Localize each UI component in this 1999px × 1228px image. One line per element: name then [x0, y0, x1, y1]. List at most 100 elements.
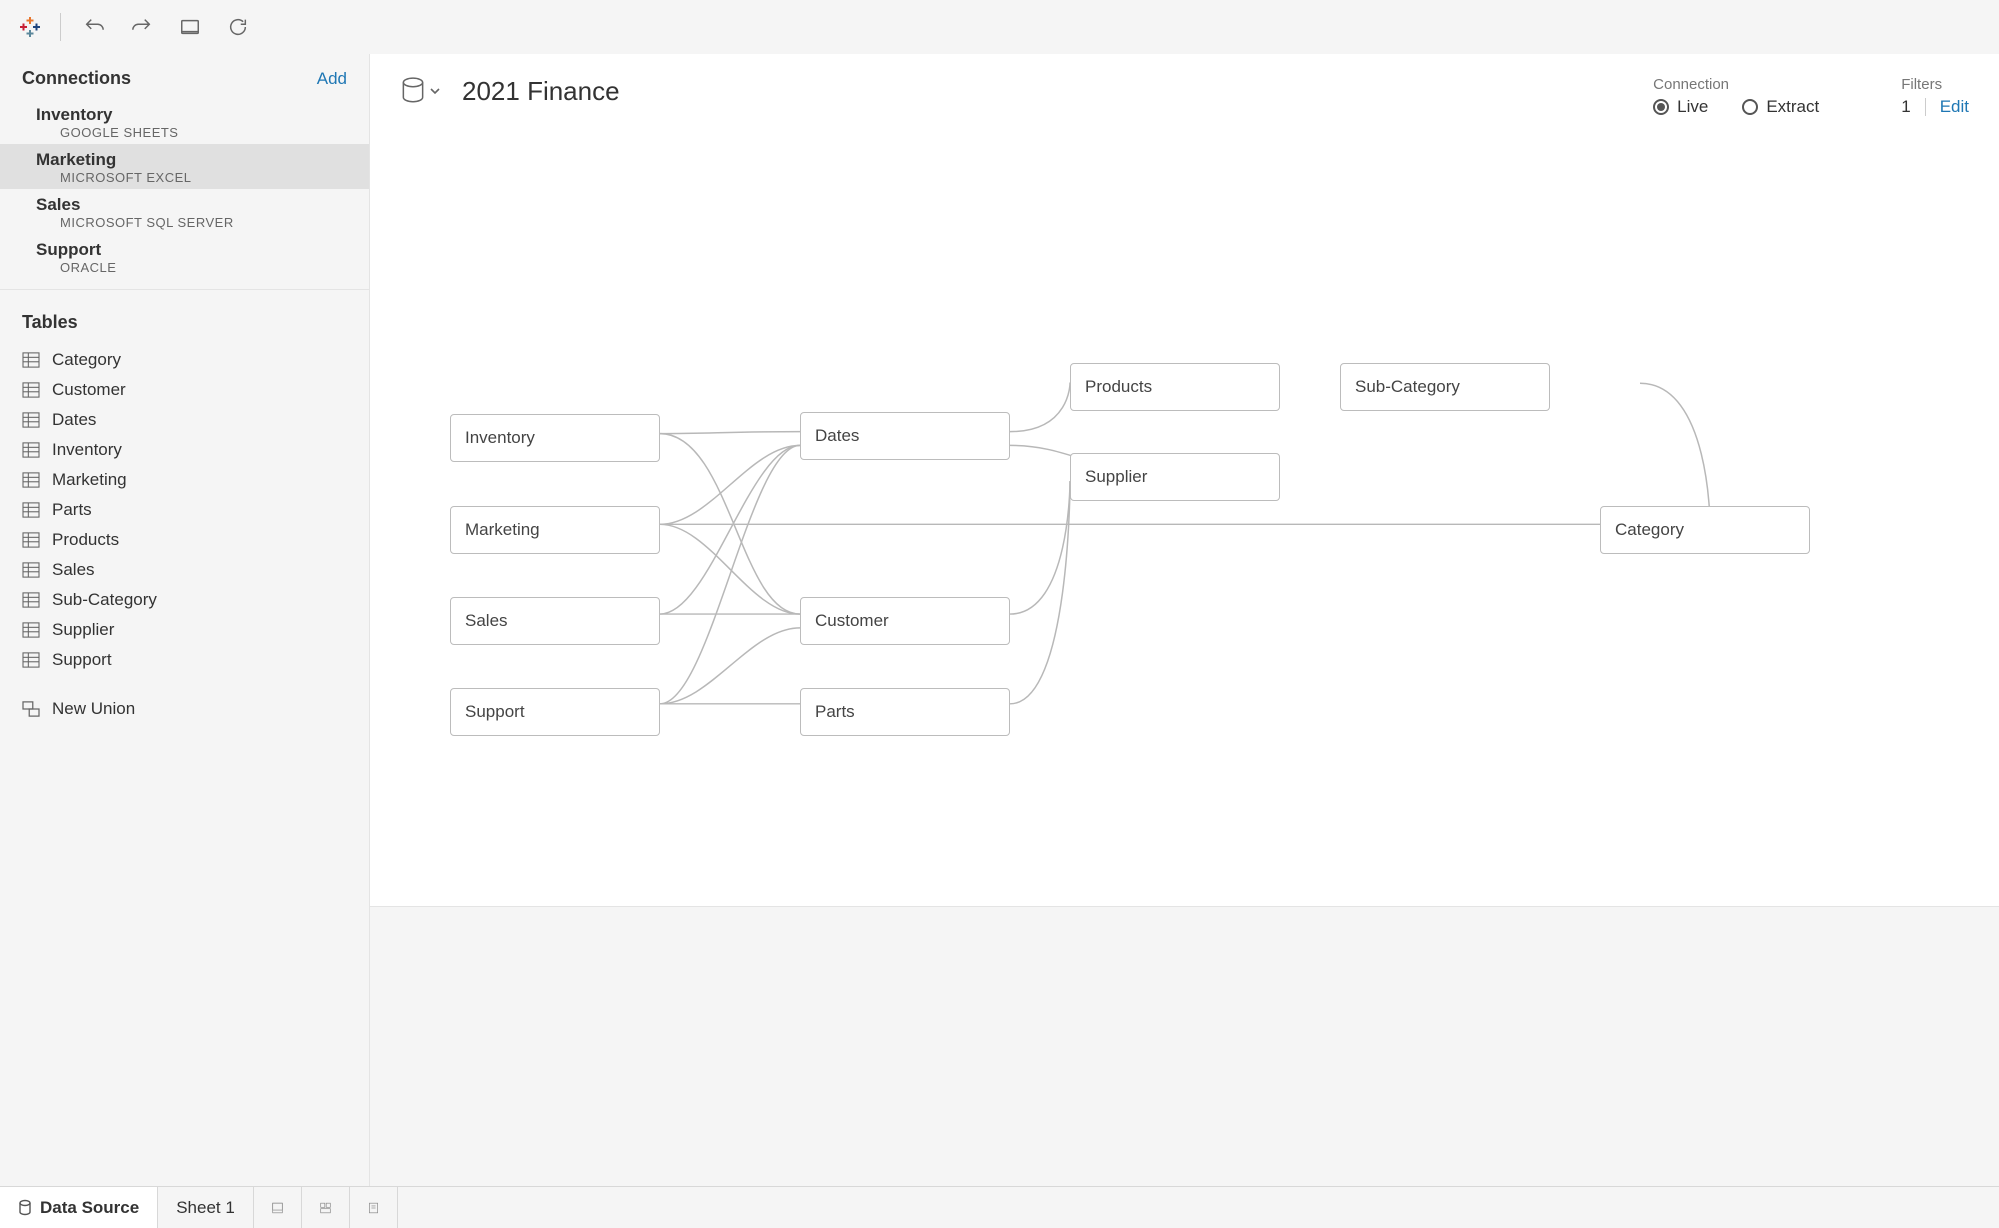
table-item[interactable]: Dates	[0, 405, 369, 435]
canvas-node-customer[interactable]: Customer	[800, 597, 1010, 645]
table-name: Category	[52, 350, 121, 370]
tab-label: Sheet 1	[176, 1198, 235, 1218]
canvas-node-supplier[interactable]: Supplier	[1070, 453, 1280, 501]
connections-heading: Connections	[22, 68, 131, 89]
datasource-title[interactable]: 2021 Finance	[462, 76, 620, 107]
table-icon	[22, 652, 40, 668]
table-item[interactable]: Inventory	[0, 435, 369, 465]
toolbar-separator	[60, 13, 61, 41]
node-label: Dates	[815, 426, 859, 446]
connection-item-inventory[interactable]: Inventory GOOGLE SHEETS	[0, 99, 369, 144]
canvas-node-parts[interactable]: Parts	[800, 688, 1010, 736]
filters-count: 1	[1901, 97, 1910, 117]
radio-selected-icon	[1653, 99, 1669, 115]
left-sidebar: Connections Add Inventory GOOGLE SHEETS …	[0, 54, 370, 1186]
table-icon	[22, 622, 40, 638]
connection-name: Sales	[36, 195, 347, 215]
undo-button[interactable]	[79, 12, 109, 42]
new-story-button[interactable]	[350, 1187, 398, 1228]
connection-item-marketing[interactable]: Marketing MICROSOFT EXCEL	[0, 144, 369, 189]
connection-item-sales[interactable]: Sales MICROSOFT SQL SERVER	[0, 189, 369, 234]
tables-list: Category Customer Dates Inventory Marketing P…	[0, 345, 369, 687]
connection-type: ORACLE	[36, 260, 347, 275]
connection-type: MICROSOFT SQL SERVER	[36, 215, 347, 230]
table-name: Customer	[52, 380, 126, 400]
new-worksheet-button[interactable]	[254, 1187, 302, 1228]
connection-mode-panel: Connection Live Extract	[1653, 76, 1819, 117]
save-button[interactable]	[175, 12, 205, 42]
table-item[interactable]: Sub-Category	[0, 585, 369, 615]
canvas-node-products[interactable]: Products	[1070, 363, 1280, 411]
tab-sheet-1[interactable]: Sheet 1	[158, 1187, 254, 1228]
connection-name: Marketing	[36, 150, 347, 170]
connection-item-support[interactable]: Support ORACLE	[0, 234, 369, 279]
datasource-menu-button[interactable]	[400, 76, 440, 106]
tab-data-source[interactable]: Data Source	[0, 1187, 158, 1228]
sheet-tabs: Data Source Sheet 1	[0, 1186, 1999, 1228]
table-item[interactable]: Supplier	[0, 615, 369, 645]
connection-mode-extract[interactable]: Extract	[1742, 97, 1819, 117]
table-name: Dates	[52, 410, 96, 430]
node-label: Customer	[815, 611, 889, 631]
table-item[interactable]: Products	[0, 525, 369, 555]
canvas-node-subcategory[interactable]: Sub-Category	[1340, 363, 1550, 411]
connection-type: GOOGLE SHEETS	[36, 125, 347, 140]
node-label: Supplier	[1085, 467, 1147, 487]
filters-edit-link[interactable]: Edit	[1940, 97, 1969, 117]
connection-name: Support	[36, 240, 347, 260]
table-icon	[22, 382, 40, 398]
add-connection-link[interactable]: Add	[317, 69, 347, 89]
relationship-canvas[interactable]: Inventory Marketing Sales Support Dates …	[370, 117, 1999, 906]
node-label: Products	[1085, 377, 1152, 397]
canvas-node-inventory[interactable]: Inventory	[450, 414, 660, 462]
filters-label: Filters	[1901, 76, 1969, 93]
canvas-node-support[interactable]: Support	[450, 688, 660, 736]
radio-label: Live	[1677, 97, 1708, 117]
connection-mode-live[interactable]: Live	[1653, 97, 1708, 117]
connections-list: Inventory GOOGLE SHEETS Marketing MICROS…	[0, 99, 369, 289]
table-item[interactable]: Sales	[0, 555, 369, 585]
table-icon	[22, 442, 40, 458]
node-label: Marketing	[465, 520, 540, 540]
datasource-icon	[400, 76, 426, 106]
canvas-node-sales[interactable]: Sales	[450, 597, 660, 645]
redo-button[interactable]	[127, 12, 157, 42]
canvas-node-dates[interactable]: Dates	[800, 412, 1010, 460]
table-icon	[22, 562, 40, 578]
connection-label: Connection	[1653, 76, 1819, 93]
table-name: Products	[52, 530, 119, 550]
node-label: Inventory	[465, 428, 535, 448]
table-item[interactable]: Customer	[0, 375, 369, 405]
table-item[interactable]: Marketing	[0, 465, 369, 495]
chevron-down-icon	[430, 86, 440, 96]
save-icon	[179, 16, 201, 38]
table-name: Support	[52, 650, 112, 670]
data-grid-placeholder	[370, 906, 1999, 1186]
connection-type: MICROSOFT EXCEL	[36, 170, 347, 185]
table-item[interactable]: Parts	[0, 495, 369, 525]
table-icon	[22, 532, 40, 548]
tab-label: Data Source	[40, 1198, 139, 1218]
filters-separator	[1925, 98, 1926, 116]
tableau-logo-icon	[18, 15, 42, 39]
undo-icon	[83, 16, 105, 38]
node-label: Category	[1615, 520, 1684, 540]
node-label: Sales	[465, 611, 508, 631]
table-name: Marketing	[52, 470, 127, 490]
refresh-icon	[227, 16, 249, 38]
table-name: Inventory	[52, 440, 122, 460]
redo-icon	[131, 16, 153, 38]
new-union-label: New Union	[52, 699, 135, 719]
table-item[interactable]: Category	[0, 345, 369, 375]
new-dashboard-button[interactable]	[302, 1187, 350, 1228]
canvas-node-category[interactable]: Category	[1600, 506, 1810, 554]
node-label: Support	[465, 702, 525, 722]
new-story-icon	[368, 1200, 379, 1216]
canvas-node-marketing[interactable]: Marketing	[450, 506, 660, 554]
new-union-item[interactable]: New Union	[0, 687, 369, 724]
table-item[interactable]: Support	[0, 645, 369, 675]
table-icon	[22, 502, 40, 518]
new-dashboard-icon	[320, 1200, 331, 1216]
refresh-button[interactable]	[223, 12, 253, 42]
table-icon	[22, 472, 40, 488]
